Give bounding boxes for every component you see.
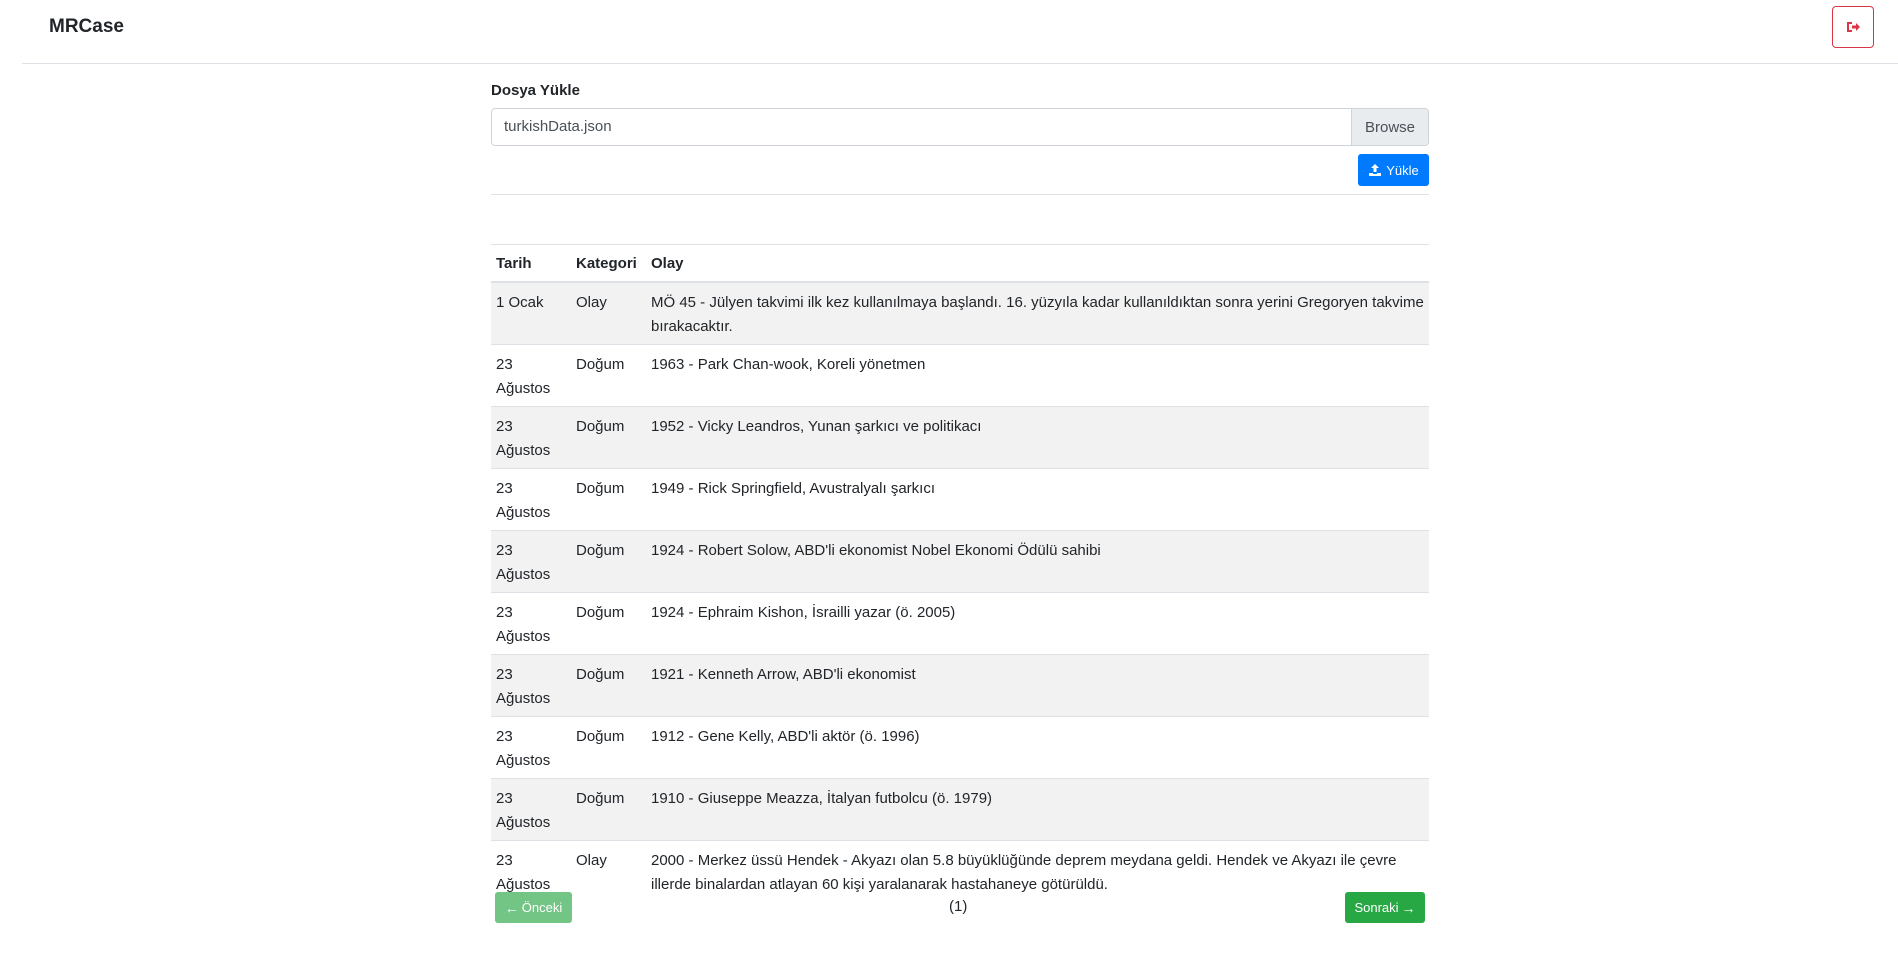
row-event: 1921 - Kenneth Arrow, ABD'li ekonomist (646, 653, 1429, 716)
row-event: 1924 - Robert Solow, ABD'li ekonomist No… (646, 529, 1429, 592)
page-indicator: (1) (949, 898, 968, 915)
upload-button[interactable]: Yükle (1358, 154, 1429, 186)
row-date: 23 Ağustos (491, 405, 571, 468)
navbar: MRCase (0, 0, 1898, 64)
header-category: Kategori (571, 244, 646, 283)
table-row: 23 Ağustos Doğum 1952 - Vicky Leandros, … (491, 405, 1429, 468)
row-event: 1963 - Park Chan-wook, Koreli yönetmen (646, 343, 1429, 406)
row-category: Doğum (571, 653, 646, 716)
navbar-divider (22, 63, 1898, 64)
table-header-row: Tarih Kategori Olay (491, 244, 1429, 283)
table-row: 23 Ağustos Doğum 1949 - Rick Springfield… (491, 467, 1429, 530)
row-category: Olay (571, 281, 646, 344)
upload-button-label: Yükle (1386, 162, 1419, 178)
browse-button[interactable]: Browse (1351, 109, 1428, 145)
row-date: 23 Ağustos (491, 591, 571, 654)
events-table: Tarih Kategori Olay 1 Ocak Olay MÖ 45 - … (491, 244, 1429, 902)
table-row: 23 Ağustos Doğum 1924 - Ephraim Kishon, … (491, 591, 1429, 654)
table-row: 1 Ocak Olay MÖ 45 - Jülyen takvimi ilk k… (491, 281, 1429, 344)
header-event: Olay (646, 244, 1429, 283)
row-date: 23 Ağustos (491, 467, 571, 530)
row-date: 23 Ağustos (491, 529, 571, 592)
brand-title[interactable]: MRCase (49, 16, 124, 38)
row-event: 1910 - Giuseppe Meazza, İtalyan futbolcu… (646, 777, 1429, 840)
file-name: turkishData.json (504, 118, 612, 135)
table-row: 23 Ağustos Doğum 1924 - Robert Solow, AB… (491, 529, 1429, 592)
pagination: ← Önceki (1) Sonraki → (491, 892, 1429, 924)
section-divider (491, 194, 1429, 195)
prev-page-button[interactable]: ← Önceki (495, 892, 572, 923)
row-date: 23 Ağustos (491, 777, 571, 840)
logout-button[interactable] (1832, 6, 1874, 48)
sign-out-icon (1847, 22, 1860, 32)
row-category: Doğum (571, 343, 646, 406)
next-page-label: Sonraki (1354, 900, 1399, 915)
row-event: 1912 - Gene Kelly, ABD'li aktör (ö. 1996… (646, 715, 1429, 778)
row-category: Doğum (571, 405, 646, 468)
row-category: Doğum (571, 591, 646, 654)
row-category: Doğum (571, 715, 646, 778)
file-input[interactable]: turkishData.json Browse (491, 108, 1429, 146)
row-category: Doğum (571, 529, 646, 592)
table-row: 23 Ağustos Doğum 1921 - Kenneth Arrow, A… (491, 653, 1429, 716)
row-event: 1924 - Ephraim Kishon, İsrailli yazar (ö… (646, 591, 1429, 654)
row-date: 23 Ağustos (491, 715, 571, 778)
row-event: 1949 - Rick Springfield, Avustralyalı şa… (646, 467, 1429, 530)
row-event: MÖ 45 - Jülyen takvimi ilk kez kullanılm… (646, 281, 1429, 344)
upload-icon (1369, 164, 1382, 176)
header-date: Tarih (491, 244, 571, 283)
row-date: 1 Ocak (491, 281, 571, 344)
table-row: 23 Ağustos Doğum 1963 - Park Chan-wook, … (491, 343, 1429, 406)
upload-label: Dosya Yükle (491, 82, 580, 99)
events-table-section: Tarih Kategori Olay 1 Ocak Olay MÖ 45 - … (491, 244, 1429, 902)
next-page-button[interactable]: Sonraki → (1345, 892, 1425, 923)
row-category: Doğum (571, 467, 646, 530)
row-category: Doğum (571, 777, 646, 840)
row-date: 23 Ağustos (491, 343, 571, 406)
table-row: 23 Ağustos Doğum 1910 - Giuseppe Meazza,… (491, 777, 1429, 840)
row-date: 23 Ağustos (491, 653, 571, 716)
prev-page-label: Önceki (521, 900, 563, 915)
table-row: 23 Ağustos Doğum 1912 - Gene Kelly, ABD'… (491, 715, 1429, 778)
arrow-left-icon: ← (504, 899, 519, 916)
arrow-right-icon: → (1401, 899, 1416, 916)
row-event: 1952 - Vicky Leandros, Yunan şarkıcı ve … (646, 405, 1429, 468)
